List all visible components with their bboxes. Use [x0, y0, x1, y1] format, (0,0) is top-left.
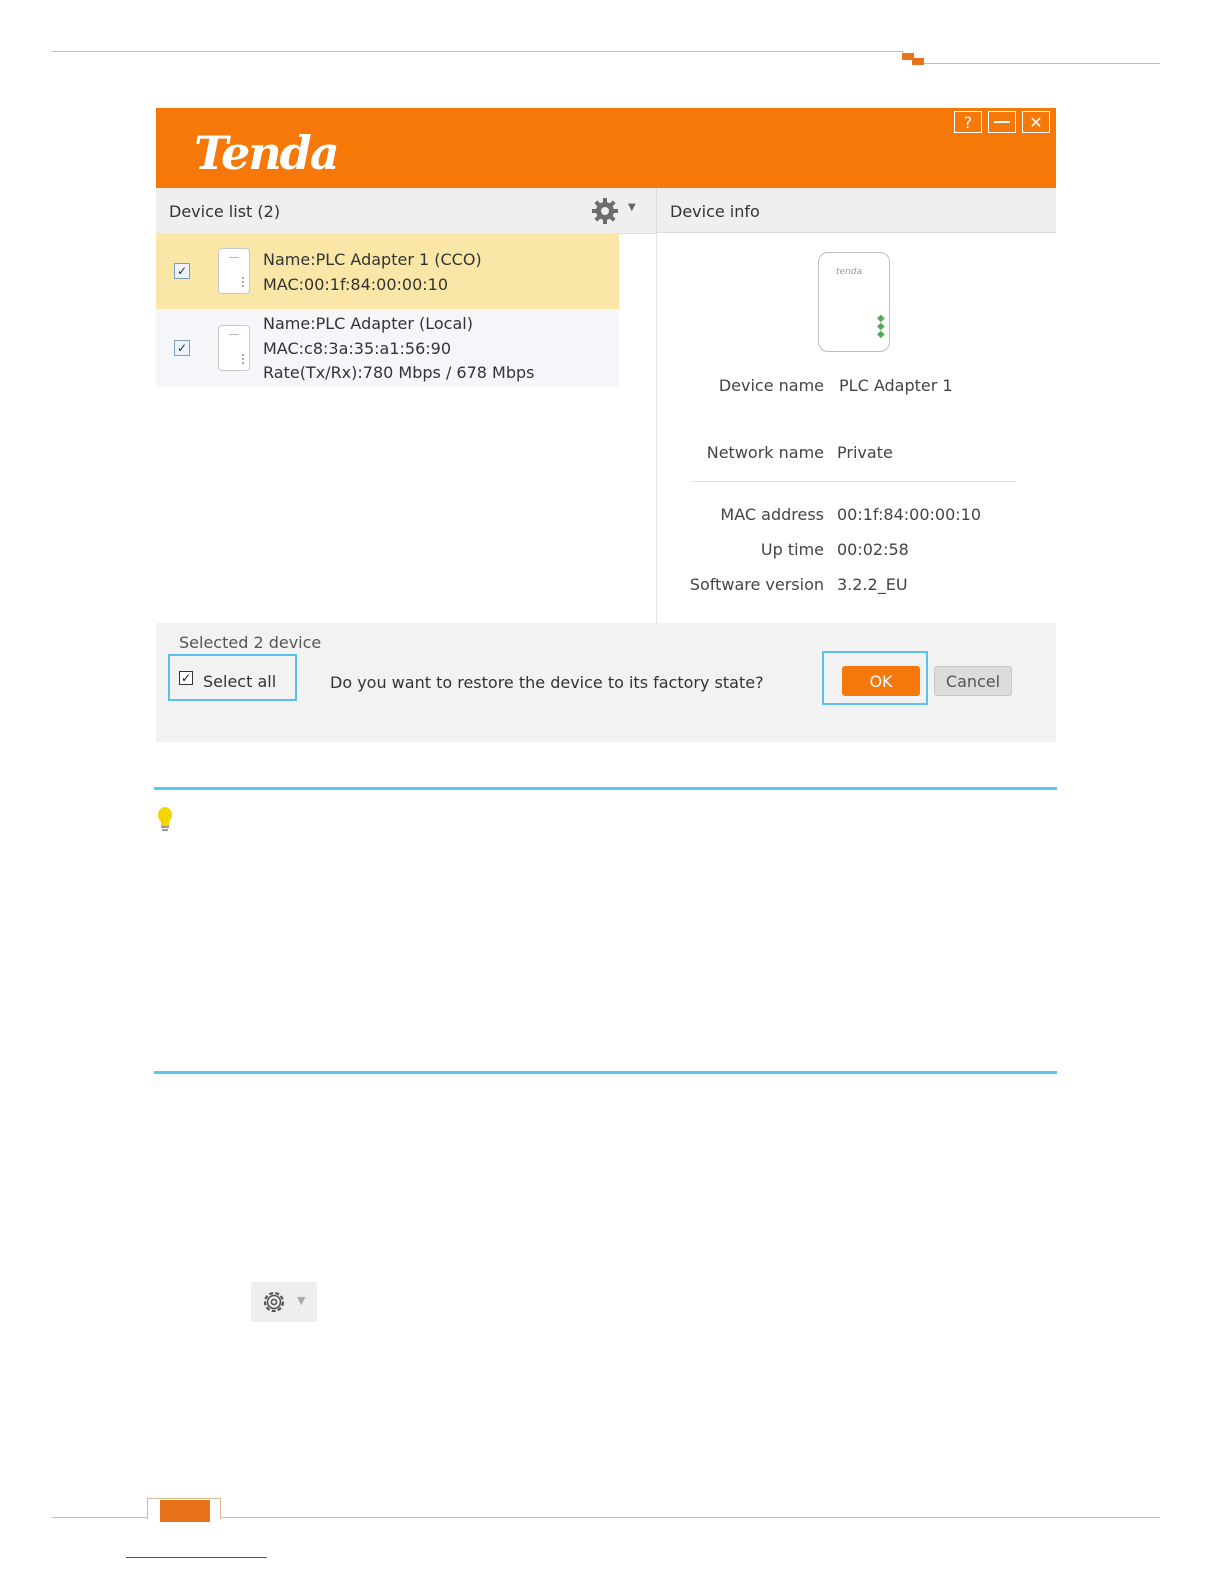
device-name: Name:PLC Adapter 1 (CCO) [263, 250, 482, 269]
close-button[interactable]: ✕ [1022, 111, 1050, 133]
software-version-value: 3.2.2_EU [837, 575, 908, 594]
device-row[interactable]: ✓ Name:PLC Adapter 1 (CCO) MAC:00:1f:84:… [156, 233, 619, 309]
mac-address-label: MAC address [720, 505, 824, 524]
gear-icon[interactable] [590, 196, 620, 226]
device-rate: Rate(Tx/Rx):780 Mbps / 678 Mbps [263, 363, 535, 382]
gear-icon [263, 1291, 285, 1313]
ok-highlight-frame: OK [822, 651, 928, 705]
header-rule-right [924, 63, 1160, 64]
panel-divider [656, 233, 657, 623]
software-version-label: Software version [689, 575, 824, 594]
device-name-value: PLC Adapter 1 [839, 376, 953, 395]
select-all-control[interactable]: ✓ Select all [168, 654, 297, 701]
note-top-rule [154, 787, 1057, 790]
device-mac: MAC:00:1f:84:00:00:10 [263, 274, 449, 294]
device-name-label: Device name [718, 376, 824, 395]
restore-question: Do you want to restore the device to its… [330, 673, 764, 692]
header-accent [912, 58, 924, 65]
device-mac: MAC:c8:3a:35:a1:56:90 [263, 338, 452, 358]
chevron-down-icon[interactable]: ▼ [628, 202, 636, 213]
device-image-logo: tenda [836, 267, 862, 277]
select-all-label[interactable]: Select all [203, 672, 276, 691]
minimize-icon [994, 121, 1010, 123]
device-thumbnail [218, 325, 250, 371]
action-bar: Selected 2 device ✓ Select all Do you wa… [156, 623, 1056, 742]
select-all-checkbox[interactable]: ✓ [179, 671, 193, 685]
tenda-logo: Tenda [194, 126, 340, 180]
device-checkbox[interactable]: ✓ [174, 263, 190, 279]
header-rule-left [52, 51, 904, 52]
device-info-header: Device info [656, 188, 1056, 233]
footer-link-underline [126, 1557, 267, 1558]
device-details: Name:PLC Adapter 1 (CCO) MAC:00:1f:84:00… [263, 248, 482, 297]
settings-button-sample: ▼ [251, 1282, 317, 1322]
device-details: Name:PLC Adapter (Local) MAC:c8:3a:35:a1… [263, 312, 535, 386]
note-bottom-rule [154, 1071, 1057, 1074]
title-bar: Tenda ? ✕ [156, 108, 1056, 188]
device-list-header: Device list (2) ▼ [156, 188, 656, 234]
tenda-app-window: Tenda ? ✕ Device list (2) ▼ Device info … [156, 108, 1056, 742]
device-thumbnail [218, 248, 250, 294]
mac-address-value: 00:1f:84:00:00:10 [837, 505, 981, 524]
lightbulb-icon [158, 807, 172, 831]
device-checkbox[interactable]: ✓ [174, 340, 190, 356]
up-time-label: Up time [760, 540, 824, 559]
device-image: tenda ◆ ◆ ◆ [818, 252, 890, 352]
device-row[interactable]: ✓ Name:PLC Adapter (Local) MAC:c8:3a:35:… [156, 309, 619, 387]
network-name-label: Network name [706, 443, 824, 462]
page-number-tab [160, 1500, 210, 1522]
up-time-value: 00:02:58 [837, 540, 909, 559]
cancel-button[interactable]: Cancel [934, 666, 1012, 696]
info-separator [691, 481, 1016, 482]
network-name-value: Private [837, 443, 893, 462]
device-name: Name:PLC Adapter (Local) [263, 314, 473, 333]
selected-count: Selected 2 device [179, 633, 322, 652]
device-list-title: Device list (2) [169, 202, 281, 221]
help-button[interactable]: ? [954, 111, 982, 133]
device-info-title: Device info [670, 202, 760, 221]
ok-button[interactable]: OK [842, 666, 920, 696]
led-indicator-icon: ◆ ◆ ◆ [877, 313, 885, 340]
chevron-down-icon: ▼ [297, 1294, 306, 1307]
minimize-button[interactable] [988, 111, 1016, 133]
